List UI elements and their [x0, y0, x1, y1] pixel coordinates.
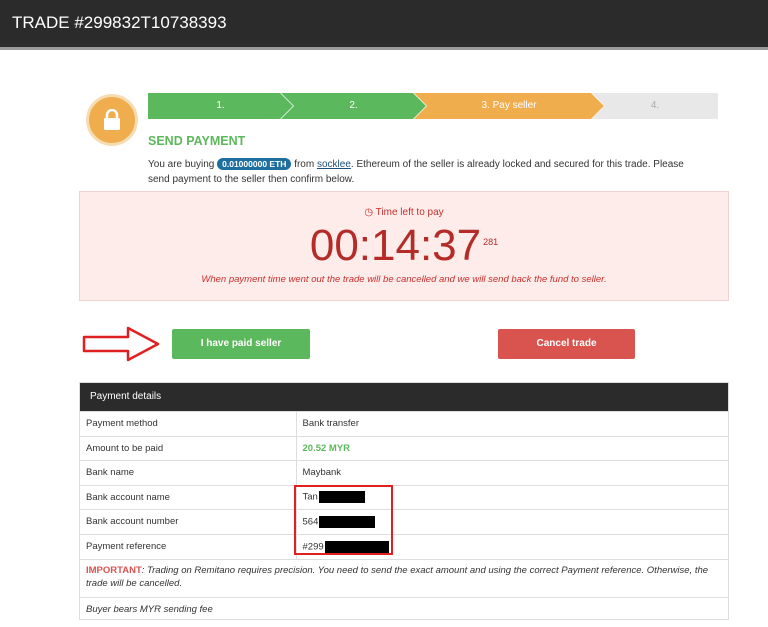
step-1-label: 1.	[216, 100, 225, 111]
row-label: Bank account number	[80, 509, 297, 534]
seller-link[interactable]: socklee	[317, 159, 351, 170]
highlight-box	[294, 485, 393, 555]
table-row: Bank account number 564	[80, 509, 728, 534]
step-3-label: 3. Pay seller	[481, 100, 537, 111]
timer-label-text: Time left to pay	[375, 207, 444, 218]
purchase-description: You are buying 0.01000000 ETH from sockl…	[148, 157, 708, 187]
table-row: Bank account name Tan	[80, 484, 728, 510]
row-label: Bank name	[80, 460, 297, 485]
row-value: Maybank	[296, 460, 728, 485]
payment-details-table: Payment method Bank transfer Amount to b…	[80, 411, 728, 559]
row-label: Bank account name	[80, 484, 297, 510]
payment-details-heading: Payment details	[80, 383, 728, 411]
important-text: : Trading on Remitano requires precision…	[86, 565, 709, 589]
step-2: 2.	[281, 93, 426, 119]
clock-icon: ◷	[364, 207, 374, 218]
row-label: Amount to be paid	[80, 435, 297, 461]
important-label: IMPORTANT	[86, 565, 142, 576]
lock-icon	[104, 109, 120, 130]
table-row: Payment reference #299	[80, 533, 728, 559]
lock-badge	[86, 94, 138, 146]
step-1: 1.	[148, 93, 293, 119]
cancel-trade-button[interactable]: Cancel trade	[498, 329, 635, 359]
trade-title: TRADE #299832T10738393	[12, 13, 227, 32]
countdown-timer: 00:14:37 281	[80, 221, 728, 271]
step-2-label: 2.	[349, 100, 358, 111]
countdown-value: 00:14:37	[309, 221, 482, 270]
desc-prefix: You are buying	[148, 159, 215, 170]
section-title: SEND PAYMENT	[148, 134, 246, 148]
amount-value: 20.52 MYR	[296, 435, 728, 461]
step-3: 3. Pay seller	[414, 93, 604, 119]
row-label: Payment reference	[80, 533, 297, 559]
paid-seller-button[interactable]: I have paid seller	[172, 329, 310, 359]
desc-from: from	[294, 159, 315, 170]
table-row: Payment method Bank transfer	[80, 411, 728, 436]
row-label: Payment method	[80, 411, 297, 436]
progress-steps: 1. 2. 3. Pay seller 4.	[148, 93, 718, 119]
step-4: 4.	[592, 93, 718, 119]
countdown-panel: ◷ Time left to pay 00:14:37 281 When paym…	[79, 191, 729, 301]
countdown-sub: 281	[483, 237, 499, 247]
table-row: Amount to be paid 20.52 MYR	[80, 435, 728, 461]
amount-badge: 0.01000000 ETH	[217, 158, 292, 170]
red-arrow-icon	[82, 326, 160, 362]
payment-details-panel: Payment details Payment method Bank tran…	[79, 382, 729, 620]
timer-note: When payment time went out the trade wil…	[201, 274, 607, 285]
row-value: Bank transfer	[296, 411, 728, 436]
fee-note: Buyer bears MYR sending fee	[80, 597, 728, 621]
top-bar: TRADE #299832T10738393	[0, 0, 768, 50]
step-4-label: 4.	[650, 100, 660, 111]
table-row: Bank name Maybank	[80, 460, 728, 485]
timer-label: ◷ Time left to pay	[80, 207, 728, 218]
important-note: IMPORTANT: Trading on Remitano requires …	[80, 559, 728, 597]
